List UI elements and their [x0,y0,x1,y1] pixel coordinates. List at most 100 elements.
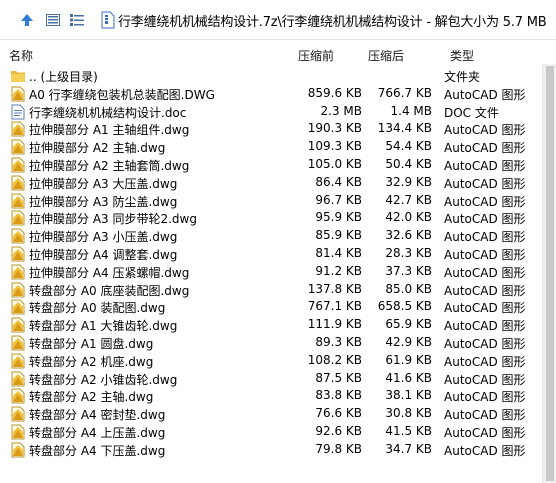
dwg-file-icon [10,228,26,244]
file-type: AutoCAD 图形 [444,212,526,227]
dwg-file-icon [10,139,26,155]
file-type: AutoCAD 图形 [444,408,526,423]
file-row[interactable]: 拉伸膜部分 A3 同步带轮2.dwg 95.9 KB 42.0 KB AutoCAD … [0,209,542,227]
address-bar[interactable]: 行李缠绕机机械结构设计.7z\行李缠绕机机械结构设计 - 解包大小为 5.7 M… [118,11,554,30]
file-row[interactable]: 拉伸膜部分 A4 压紧螺帽.dwg 91.2 KB 37.3 KB AutoCAD 图… [0,263,542,281]
file-type: AutoCAD 图形 [444,301,526,316]
file-compressed-size: 2.3 MB [320,103,362,118]
file-original-size: 30.8 KB [385,406,432,421]
file-name: 拉伸膜部分 A3 同步带轮2.dwg [29,212,197,227]
file-original-size: 61.9 KB [385,352,432,367]
file-original-size: 41.5 KB [385,423,432,438]
file-row[interactable]: 拉伸膜部分 A3 小压盖.dwg 85.9 KB 32.6 KB AutoCAD 图形 [0,227,542,245]
file-row[interactable]: 拉伸膜部分 A4 调整套.dwg 81.4 KB 28.3 KB AutoCAD 图形 [0,245,542,263]
file-compressed-size: 190.3 KB [307,121,362,136]
column-original[interactable]: 压缩后 [368,47,404,64]
file-type: AutoCAD 图形 [444,265,526,280]
file-type: AutoCAD 图形 [444,123,526,138]
file-type: AutoCAD 图形 [444,319,526,334]
dwg-file-icon [10,157,26,173]
file-row[interactable]: 转盘部分 A0 底座装配图.dwg 137.8 KB 85.0 KB AutoCAD … [0,281,542,299]
column-compressed[interactable]: 压缩前 [298,47,334,64]
dwg-file-icon [10,175,26,191]
file-row[interactable]: 拉伸膜部分 A2 主轴套筒.dwg 105.0 KB 50.4 KB AutoCAD … [0,156,542,174]
file-row[interactable]: 拉伸膜部分 A1 主轴组件.dwg 190.3 KB 134.4 KB AutoCAD… [0,120,542,138]
dwg-file-icon [10,317,26,333]
scrollbar-thumb[interactable] [546,66,554,481]
file-compressed-size: 108.2 KB [307,352,362,367]
file-original-size: 54.4 KB [385,139,432,154]
file-compressed-size: 83.8 KB [315,388,362,403]
file-row[interactable]: 转盘部分 A0 装配图.dwg 767.1 KB 658.5 KB AutoCAD 图… [0,298,542,316]
file-row[interactable]: 转盘部分 A2 机座.dwg 108.2 KB 61.9 KB AutoCAD 图形 [0,352,542,370]
dwg-file-icon [10,121,26,137]
file-row[interactable]: 拉伸膜部分 A3 大压盖.dwg 86.4 KB 32.9 KB AutoCAD 图形 [0,174,542,192]
details-view-icon[interactable] [42,9,64,31]
file-compressed-size: 86.4 KB [315,174,362,189]
file-compressed-size: 767.1 KB [307,299,362,314]
file-name: 拉伸膜部分 A3 防尘盖.dwg [29,194,178,209]
file-compressed-size: 76.6 KB [315,406,362,421]
file-original-size: 766.7 KB [377,85,432,100]
dwg-file-icon [10,299,26,315]
file-original-size: 32.9 KB [385,174,432,189]
file-name: 拉伸膜部分 A3 大压盖.dwg [29,176,178,191]
vertical-scrollbar[interactable] [542,64,556,483]
file-compressed-size: 111.9 KB [307,317,362,332]
file-row[interactable]: 转盘部分 A4 下压盖.dwg 79.8 KB 34.7 KB AutoCAD 图形 [0,441,542,459]
file-compressed-size: 109.3 KB [307,139,362,154]
file-row[interactable]: 拉伸膜部分 A2 主轴.dwg 109.3 KB 54.4 KB AutoCAD 图形 [0,138,542,156]
file-original-size: 42.9 KB [385,334,432,349]
file-original-size: 37.3 KB [385,263,432,278]
column-type[interactable]: 类型 [450,47,474,64]
file-type: AutoCAD 图形 [444,443,526,458]
file-type: AutoCAD 图形 [444,372,526,387]
file-original-size: 1.4 MB [390,103,432,118]
column-name[interactable]: 名称 [9,47,33,64]
dwg-file-icon [10,406,26,422]
file-original-size: 28.3 KB [385,245,432,260]
file-type: AutoCAD 图形 [444,194,526,209]
file-original-size: 38.1 KB [385,388,432,403]
file-compressed-size: 87.5 KB [315,370,362,385]
file-original-size: 65.9 KB [385,317,432,332]
dwg-file-icon [10,210,26,226]
file-name: A0 行李缠绕包装机总装配图.DWG [29,87,215,102]
file-type: AutoCAD 图形 [444,390,526,405]
dwg-file-icon [10,442,26,458]
file-compressed-size: 95.9 KB [315,210,362,225]
file-row[interactable]: 转盘部分 A2 主轴.dwg 83.8 KB 38.1 KB AutoCAD 图形 [0,387,542,405]
list-view-icon[interactable] [66,9,88,31]
file-row[interactable]: A0 行李缠绕包装机总装配图.DWG 859.6 KB 766.7 KB AutoCA… [0,85,542,103]
file-row[interactable]: .. (上级目录) 文件夹 [0,67,542,85]
file-name: 行李缠绕机机械结构设计.doc [29,105,187,120]
file-type: AutoCAD 图形 [444,176,526,191]
file-row[interactable]: 转盘部分 A4 上压盖.dwg 92.6 KB 41.5 KB AutoCAD 图形 [0,423,542,441]
file-row[interactable]: 转盘部分 A2 小锥齿轮.dwg 87.5 KB 41.6 KB AutoCAD 图形 [0,370,542,388]
file-compressed-size: 92.6 KB [315,423,362,438]
file-compressed-size: 96.7 KB [315,192,362,207]
file-name: 转盘部分 A2 机座.dwg [29,354,154,369]
file-name: 转盘部分 A2 小锥齿轮.dwg [29,372,178,387]
file-row[interactable]: 拉伸膜部分 A3 防尘盖.dwg 96.7 KB 42.7 KB AutoCAD 图形 [0,192,542,210]
file-original-size: 134.4 KB [377,121,432,136]
up-arrow-icon[interactable] [16,9,38,31]
file-name: 转盘部分 A0 装配图.dwg [29,301,166,316]
file-original-size: 658.5 KB [377,299,432,314]
file-compressed-size: 89.3 KB [315,334,362,349]
file-type: AutoCAD 图形 [444,87,526,102]
dwg-file-icon [10,371,26,387]
file-compressed-size: 859.6 KB [307,85,362,100]
file-name: 拉伸膜部分 A1 主轴组件.dwg [29,123,190,138]
file-compressed-size: 137.8 KB [307,281,362,296]
file-row[interactable]: 转盘部分 A4 密封垫.dwg 76.6 KB 30.8 KB AutoCAD 图形 [0,405,542,423]
file-type: AutoCAD 图形 [444,283,526,298]
file-row[interactable]: 转盘部分 A1 大锥齿轮.dwg 111.9 KB 65.9 KB AutoCAD 图… [0,316,542,334]
file-row[interactable]: 行李缠绕机机械结构设计.doc 2.3 MB 1.4 MB DOC 文件 [0,103,542,121]
file-original-size: 42.0 KB [385,210,432,225]
file-type: DOC 文件 [444,105,499,120]
file-original-size: 85.0 KB [385,281,432,296]
file-name: 拉伸膜部分 A2 主轴套筒.dwg [29,158,190,173]
dwg-file-icon [10,193,26,209]
file-row[interactable]: 转盘部分 A1 圆盘.dwg 89.3 KB 42.9 KB AutoCAD 图形 [0,334,542,352]
